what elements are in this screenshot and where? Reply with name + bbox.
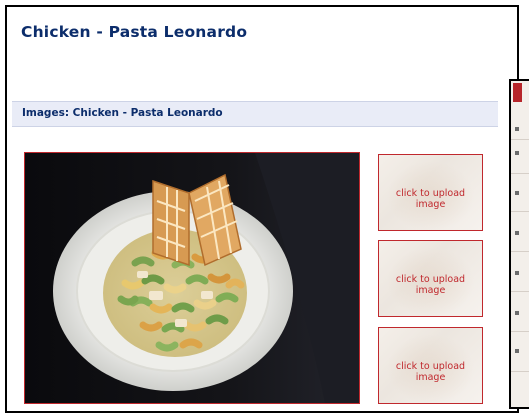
side-panel-row <box>511 371 529 372</box>
upload-image-slot-1[interactable]: click to upload image <box>378 154 483 231</box>
side-panel-accent <box>513 83 522 102</box>
side-panel-mark <box>515 127 519 131</box>
side-panel-mark <box>515 271 519 275</box>
images-section-header: Images: Chicken - Pasta Leonardo <box>12 101 498 127</box>
side-panel-partial <box>509 79 529 409</box>
side-panel-row <box>511 173 529 174</box>
side-panel-mark <box>515 151 519 155</box>
side-panel-mark <box>515 311 519 315</box>
upload-slot-label: click to upload image <box>395 273 466 296</box>
side-panel-row <box>511 291 529 292</box>
upload-image-slot-3[interactable]: click to upload image <box>378 327 483 404</box>
page-title: Chicken - Pasta Leonardo <box>21 23 248 41</box>
upload-slot-label: click to upload image <box>395 360 466 383</box>
side-panel-mark <box>515 231 519 235</box>
side-panel-row <box>511 251 529 252</box>
main-recipe-image[interactable] <box>24 152 360 404</box>
side-panel-row <box>511 331 529 332</box>
side-panel-mark <box>515 191 519 195</box>
window-frame: Chicken - Pasta Leonardo Images: Chicken… <box>5 5 519 413</box>
pasta-photo <box>25 153 359 403</box>
upload-image-slot-2[interactable]: click to upload image <box>378 240 483 317</box>
side-panel-mark <box>515 349 519 353</box>
upload-slot-label: click to upload image <box>395 187 466 210</box>
side-panel-row <box>511 211 529 212</box>
side-panel-row <box>511 139 529 140</box>
images-section-title: Images: Chicken - Pasta Leonardo <box>22 107 223 119</box>
